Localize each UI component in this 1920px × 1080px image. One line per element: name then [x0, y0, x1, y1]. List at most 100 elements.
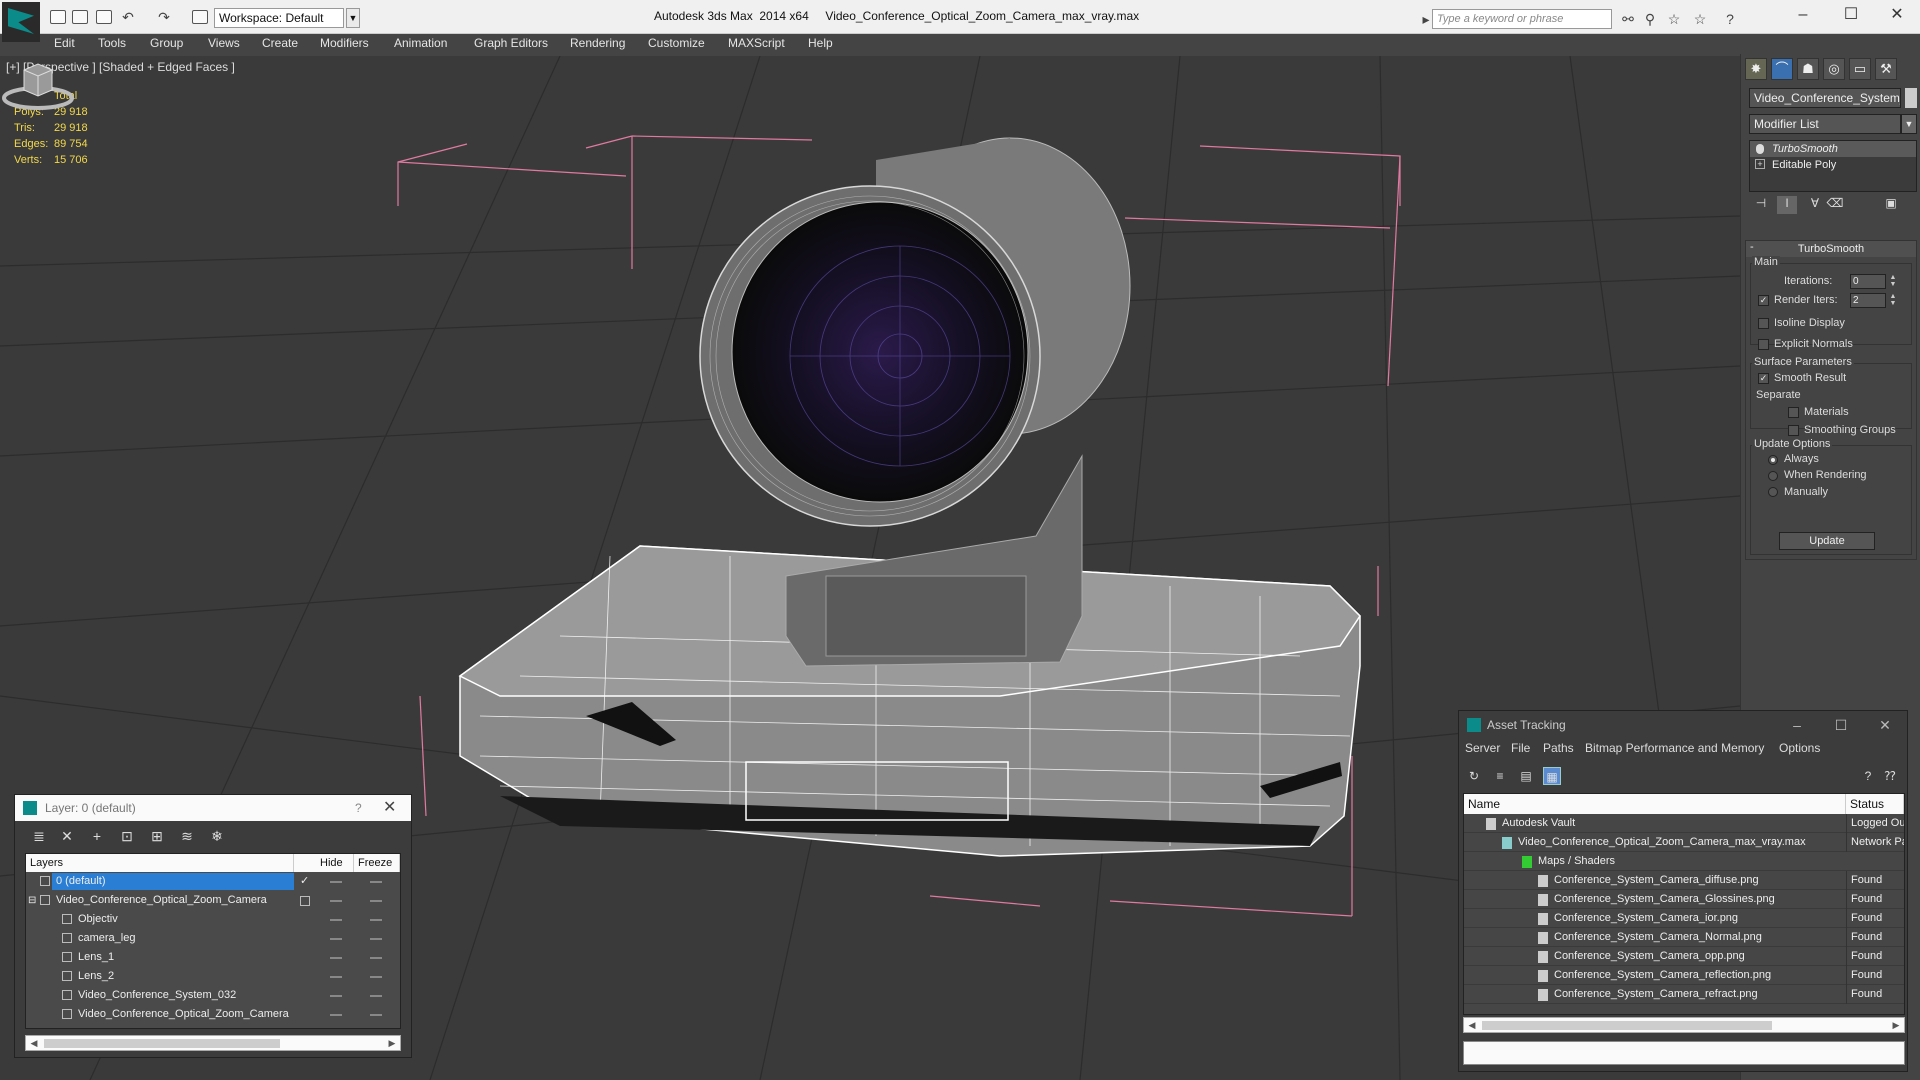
asset-row[interactable]: Conference_System_Camera_reflection.png …: [1464, 966, 1904, 985]
iterations-spinner[interactable]: 0: [1850, 274, 1886, 289]
modifier-list-dropdown[interactable]: Modifier List: [1749, 114, 1901, 134]
expand-icon[interactable]: +: [1755, 159, 1765, 169]
layer-row[interactable]: Video_Conference_Optical_Zoom_Camera: [26, 1005, 400, 1024]
lightbulb-icon[interactable]: [1756, 144, 1764, 154]
tree-view-icon[interactable]: ▤: [1517, 767, 1535, 785]
freeze-all-icon[interactable]: ❄: [207, 827, 227, 845]
favorites-icon[interactable]: ☆: [1666, 11, 1682, 27]
show-end-result-icon[interactable]: I: [1777, 196, 1797, 214]
object-name-field[interactable]: Video_Conference_System_0: [1749, 88, 1901, 108]
viewcube-icon[interactable]: [0, 56, 76, 112]
column-header-hide[interactable]: Hide: [316, 854, 354, 872]
menu-create[interactable]: Create: [262, 36, 298, 50]
menu-animation[interactable]: Animation: [394, 36, 447, 50]
hide-toggle[interactable]: [330, 1014, 342, 1016]
redo-icon[interactable]: ↷: [156, 9, 172, 25]
scroll-right-icon[interactable]: ▶: [384, 1036, 400, 1050]
layer-row[interactable]: ⊟ Video_Conference_Optical_Zoom_Camera: [26, 891, 400, 910]
menu-tools[interactable]: Tools: [98, 36, 126, 50]
isoline-checkbox[interactable]: [1758, 318, 1769, 329]
close-button[interactable]: ✕: [1865, 711, 1905, 739]
rollout-title[interactable]: TurboSmooth: [1746, 241, 1916, 257]
motion-tab-icon[interactable]: ◎: [1823, 58, 1845, 80]
scrollbar-thumb[interactable]: [1482, 1021, 1772, 1030]
asset-row[interactable]: Conference_System_Camera_diffuse.png Fou…: [1464, 871, 1904, 890]
minimize-button[interactable]: –: [1777, 711, 1817, 739]
minimize-button[interactable]: –: [1780, 4, 1826, 26]
asset-row[interactable]: Maps / Shaders: [1464, 852, 1904, 871]
asset-row[interactable]: Conference_System_Camera_refract.png Fou…: [1464, 985, 1904, 1004]
binoculars-icon[interactable]: ⚯: [1620, 11, 1636, 27]
menu-maxscript[interactable]: MAXScript: [728, 36, 785, 50]
refresh-icon[interactable]: ↻: [1465, 767, 1483, 785]
menu-modifiers[interactable]: Modifiers: [320, 36, 369, 50]
modify-tab-icon[interactable]: ⌒: [1771, 58, 1793, 80]
spinner-arrows-icon[interactable]: ▲ ▼: [1888, 274, 1898, 289]
menu-edit[interactable]: Edit: [54, 36, 75, 50]
menu-rendering[interactable]: Rendering: [570, 36, 625, 50]
menu-group[interactable]: Group: [150, 36, 183, 50]
configure-sets-icon[interactable]: ▣: [1881, 196, 1901, 214]
create-layer-icon[interactable]: ≣: [29, 827, 49, 845]
explicit-normals-checkbox[interactable]: [1758, 339, 1769, 350]
select-objects-icon[interactable]: ⊡: [117, 827, 137, 845]
close-button[interactable]: ✕: [383, 795, 396, 821]
always-radio[interactable]: [1768, 455, 1778, 465]
help-button[interactable]: ?: [355, 795, 362, 821]
horizontal-scrollbar[interactable]: ◀ ▶: [25, 1035, 401, 1051]
open-file-icon[interactable]: [72, 10, 88, 24]
collapse-icon[interactable]: -: [1750, 241, 1754, 253]
menu-options[interactable]: Options: [1779, 741, 1820, 755]
manually-radio[interactable]: [1768, 487, 1778, 497]
layer-row[interactable]: 0 (default) ✓: [26, 872, 400, 891]
maximize-button[interactable]: ☐: [1828, 4, 1874, 26]
stack-item-editable-poly[interactable]: + Editable Poly: [1750, 157, 1916, 173]
hierarchy-tab-icon[interactable]: ☗: [1797, 58, 1819, 80]
menu-paths[interactable]: Paths: [1543, 741, 1574, 755]
hide-toggle[interactable]: [330, 995, 342, 997]
layer-row[interactable]: camera_leg: [26, 929, 400, 948]
smoothing-groups-checkbox[interactable]: [1788, 425, 1799, 436]
menu-views[interactable]: Views: [208, 36, 240, 50]
menu-graph-editors[interactable]: Graph Editors: [474, 36, 548, 50]
freeze-toggle[interactable]: [370, 995, 382, 997]
chevron-down-icon[interactable]: ▼: [1901, 114, 1917, 134]
column-header-layers[interactable]: Layers: [26, 854, 294, 872]
maximize-button[interactable]: ☐: [1821, 711, 1861, 739]
menu-file[interactable]: File: [1511, 741, 1530, 755]
list-view-icon[interactable]: ≡: [1491, 767, 1509, 785]
freeze-toggle[interactable]: [370, 1014, 382, 1016]
asset-row[interactable]: Autodesk Vault Logged Ou: [1464, 814, 1904, 833]
add-to-layer-icon[interactable]: +: [87, 827, 107, 845]
hide-toggle[interactable]: [330, 976, 342, 978]
scroll-left-icon[interactable]: ◀: [26, 1036, 42, 1050]
layer-dialog-title[interactable]: Layer: 0 (default): [15, 795, 411, 821]
freeze-toggle[interactable]: [370, 900, 382, 902]
make-unique-icon[interactable]: ∀: [1805, 196, 1825, 214]
spinner-arrows-icon[interactable]: ▲ ▼: [1888, 293, 1898, 308]
display-tab-icon[interactable]: ▭: [1849, 58, 1871, 80]
context-help-icon[interactable]: ⁇: [1881, 767, 1899, 785]
hide-toggle[interactable]: [330, 919, 342, 921]
scroll-right-icon[interactable]: ▶: [1888, 1018, 1904, 1032]
pin-stack-icon[interactable]: ⊣: [1751, 196, 1771, 214]
hide-toggle[interactable]: [330, 957, 342, 959]
hide-toggle[interactable]: [330, 881, 342, 883]
layer-row[interactable]: Lens_1: [26, 948, 400, 967]
save-file-icon[interactable]: [96, 10, 112, 24]
menu-bitmap-performance[interactable]: Bitmap Performance and Memory: [1585, 741, 1764, 755]
close-button[interactable]: ✕: [1874, 4, 1920, 26]
freeze-toggle[interactable]: [370, 976, 382, 978]
render-iters-checkbox[interactable]: ✓: [1758, 295, 1769, 306]
freeze-toggle[interactable]: [370, 938, 382, 940]
freeze-toggle[interactable]: [370, 957, 382, 959]
app-logo-button[interactable]: [2, 2, 40, 42]
asset-row[interactable]: Conference_System_Camera_ior.png Found: [1464, 909, 1904, 928]
search-input[interactable]: Type a keyword or phrase: [1432, 9, 1612, 29]
menu-server[interactable]: Server: [1465, 741, 1500, 755]
when-rendering-radio[interactable]: [1768, 471, 1778, 481]
scroll-left-icon[interactable]: ◀: [1464, 1018, 1480, 1032]
render-iters-spinner[interactable]: 2: [1850, 293, 1886, 308]
horizontal-scrollbar[interactable]: ◀ ▶: [1463, 1017, 1905, 1033]
create-tab-icon[interactable]: ✸: [1745, 58, 1767, 80]
